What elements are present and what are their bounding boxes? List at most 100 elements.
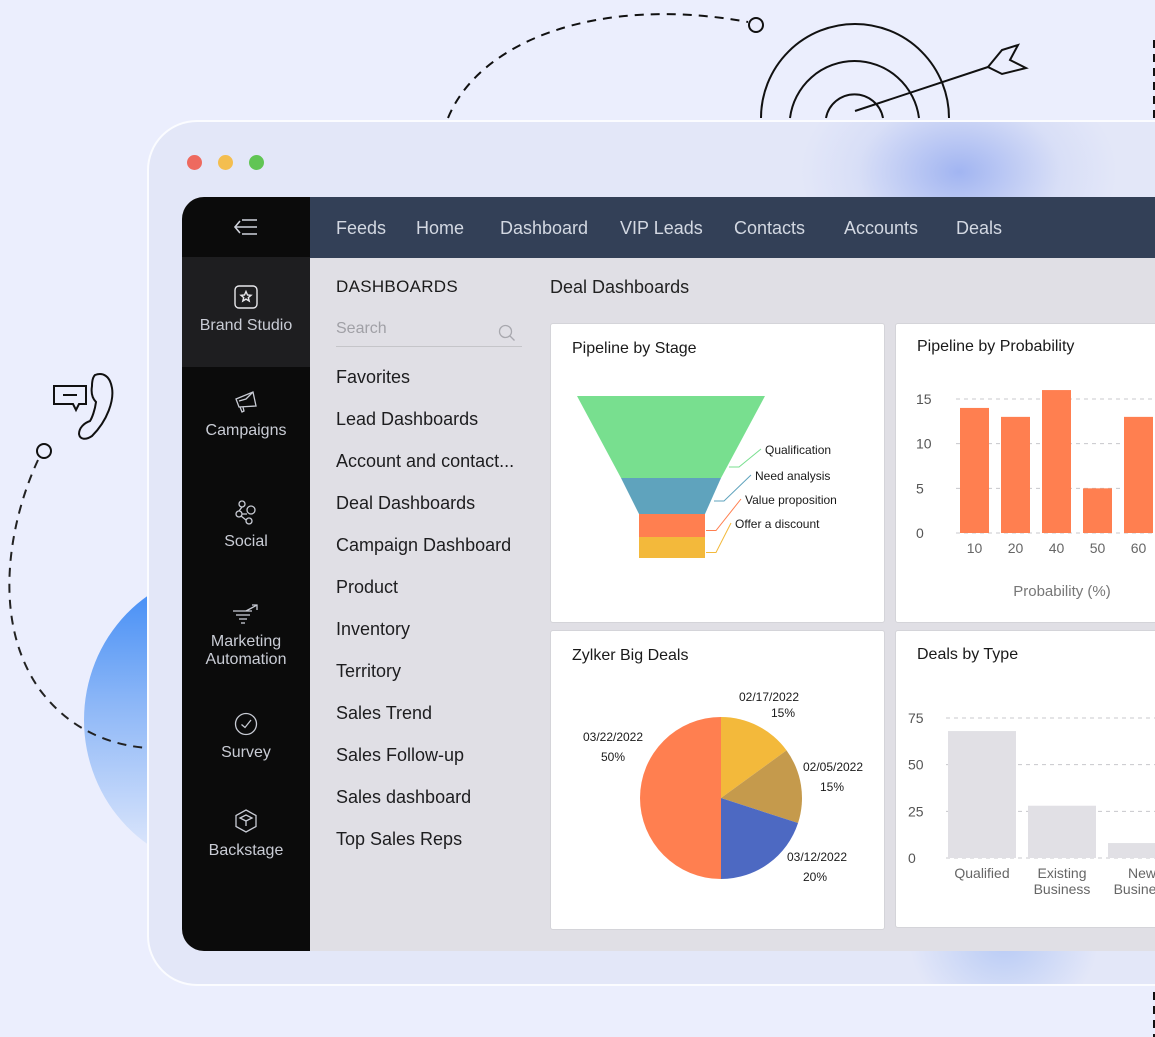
chart-card-zylker-big-deals[interactable]: Zylker Big Deals 02/17/2022 15% 02/05/2022… (550, 630, 885, 930)
window-close-button[interactable] (187, 155, 202, 170)
bar (1083, 488, 1112, 533)
search-icon[interactable] (498, 324, 516, 342)
window-maximize-button[interactable] (249, 155, 264, 170)
y-tick-label: 50 (908, 757, 924, 773)
dashboard-list: Favorites Lead Dashboards Account and co… (336, 367, 514, 871)
dashboard-list-item[interactable]: Sales Follow-up (336, 745, 514, 787)
x-tick-label: 60 (1131, 540, 1147, 556)
bar (960, 407, 989, 533)
pie-chart: 02/17/2022 15% 02/05/2022 15% 03/12/2022 20% 0… (583, 690, 863, 884)
x-tick-label: 40 (1049, 540, 1065, 556)
pie-slice-percent: 50% (601, 750, 625, 764)
sidebar-item-social[interactable]: Social (182, 499, 310, 551)
window-minimize-button[interactable] (218, 155, 233, 170)
dashboards-heading: DASHBOARDS (336, 277, 459, 296)
bar-chart: 0255075Qualified ExistingBusinessNewBusin… (908, 710, 1155, 897)
funnel-segment (577, 396, 765, 478)
bar (1028, 805, 1096, 858)
y-tick-label: 0 (916, 525, 924, 541)
chart-card-pipeline-by-stage[interactable]: Pipeline by Stage Qualification Need anal… (550, 323, 885, 623)
dashboard-list-item[interactable]: Sales dashboard (336, 787, 514, 829)
sidebar-item-label: Social (224, 533, 268, 550)
tab-feeds[interactable]: Feeds (336, 218, 386, 239)
x-tick-label: Business (1114, 881, 1155, 897)
crm-app: Brand Studio Campaigns Social Marketing … (182, 197, 1155, 951)
bar-chart: 0 5 10 15 10 20 40 50 60 Probability (%) (916, 390, 1155, 600)
chat-phone-icon (53, 373, 114, 440)
funnel-segment (639, 537, 705, 558)
top-navigation: Feeds Home Dashboard VIP Leads Contacts … (310, 197, 1155, 258)
bar (1108, 843, 1155, 858)
y-tick-label: 0 (908, 850, 916, 866)
pie-slice-percent: 20% (803, 870, 827, 884)
y-tick-label: 25 (908, 803, 924, 819)
arc-end-circle-left (36, 443, 52, 459)
x-tick-label: Existing (1037, 865, 1086, 881)
bar (1042, 390, 1071, 533)
sidebar-item-backstage[interactable]: Backstage (182, 808, 310, 860)
sidebar-item-campaigns[interactable]: Campaigns (182, 390, 310, 440)
sidebar-item-marketing-automation[interactable]: Marketing Automation (182, 603, 310, 669)
chart-card-pipeline-by-probability[interactable]: Pipeline by Probability 0 5 10 15 10 20 40 50 60… (895, 323, 1155, 623)
funnel-label: Offer a discount (735, 517, 820, 531)
collapse-menu-icon (233, 219, 257, 235)
funnel-label: Qualification (765, 443, 831, 457)
x-axis-label: Probability (%) (1013, 583, 1111, 600)
dashboard-search-input[interactable] (336, 320, 486, 338)
dashboard-list-item[interactable]: Top Sales Reps (336, 829, 514, 871)
sidebar-collapse-button[interactable] (182, 197, 310, 257)
dashboard-search (336, 320, 522, 347)
social-share-icon (235, 500, 256, 525)
tab-accounts[interactable]: Accounts (844, 218, 918, 239)
dashboard-list-item[interactable]: Inventory (336, 619, 514, 661)
star-badge-icon (234, 285, 258, 309)
x-tick-label: Qualified (954, 865, 1009, 881)
y-tick-label: 10 (916, 436, 932, 452)
pie-slice-label: 02/05/2022 (803, 760, 863, 774)
pie-slice-percent: 15% (771, 706, 795, 720)
funnel-segment (621, 478, 721, 514)
funnel-segment (639, 514, 705, 537)
y-tick-label: 15 (916, 391, 932, 407)
dashboard-list-item[interactable]: Sales Trend (336, 703, 514, 745)
sidebar-item-label: Campaigns (205, 422, 287, 439)
sidebar: Brand Studio Campaigns Social Marketing … (182, 197, 310, 951)
sidebar-item-label: Survey (221, 744, 271, 761)
funnel-arrow-icon (233, 604, 258, 624)
tab-dashboard[interactable]: Dashboard (500, 218, 588, 239)
dashboard-list-item[interactable]: Favorites (336, 367, 514, 409)
dashboard-list-item[interactable]: Product (336, 577, 514, 619)
bar (1001, 416, 1030, 533)
tab-contacts[interactable]: Contacts (734, 218, 805, 239)
x-tick-label: New (1128, 865, 1155, 881)
sidebar-item-label: Backstage (208, 842, 284, 859)
arc-end-circle-top (748, 17, 764, 33)
funnel-chart: Qualification Need analysis Value proposit… (577, 396, 837, 558)
funnel-label: Value proposition (745, 493, 837, 507)
dashboard-list-item[interactable]: Account and contact... (336, 451, 514, 493)
sidebar-item-brand-studio[interactable]: Brand Studio (182, 257, 310, 367)
sidebar-item-label: Marketing Automation (205, 633, 287, 668)
y-tick-label: 5 (916, 480, 924, 496)
pie-slice-label: 03/12/2022 (787, 850, 847, 864)
dashboard-list-item[interactable]: Lead Dashboards (336, 409, 514, 451)
pie-slice-label: 03/22/2022 (583, 730, 643, 744)
page-title: Deal Dashboards (550, 277, 690, 297)
dashboard-list-item[interactable]: Campaign Dashboard (336, 535, 514, 577)
dashboard-list-item[interactable]: Deal Dashboards (336, 493, 514, 535)
y-tick-label: 75 (908, 710, 924, 726)
check-circle-icon (234, 712, 258, 736)
cube-icon (235, 809, 257, 833)
x-tick-label: 50 (1090, 540, 1106, 556)
sidebar-item-survey[interactable]: Survey (182, 712, 310, 762)
tab-deals[interactable]: Deals (956, 218, 1002, 239)
chart-card-deals-by-type[interactable]: Deals by Type 0 25 50 75 Qualified Existing Bu… (895, 630, 1155, 928)
tab-vip-leads[interactable]: VIP Leads (620, 218, 703, 239)
tab-home[interactable]: Home (416, 218, 464, 239)
dashed-arc-top (447, 13, 749, 119)
pie-slice (640, 717, 721, 879)
bar (1124, 416, 1153, 533)
x-tick-label: 10 (967, 540, 983, 556)
dashboard-list-item[interactable]: Territory (336, 661, 514, 703)
x-tick-label: 20 (1008, 540, 1024, 556)
